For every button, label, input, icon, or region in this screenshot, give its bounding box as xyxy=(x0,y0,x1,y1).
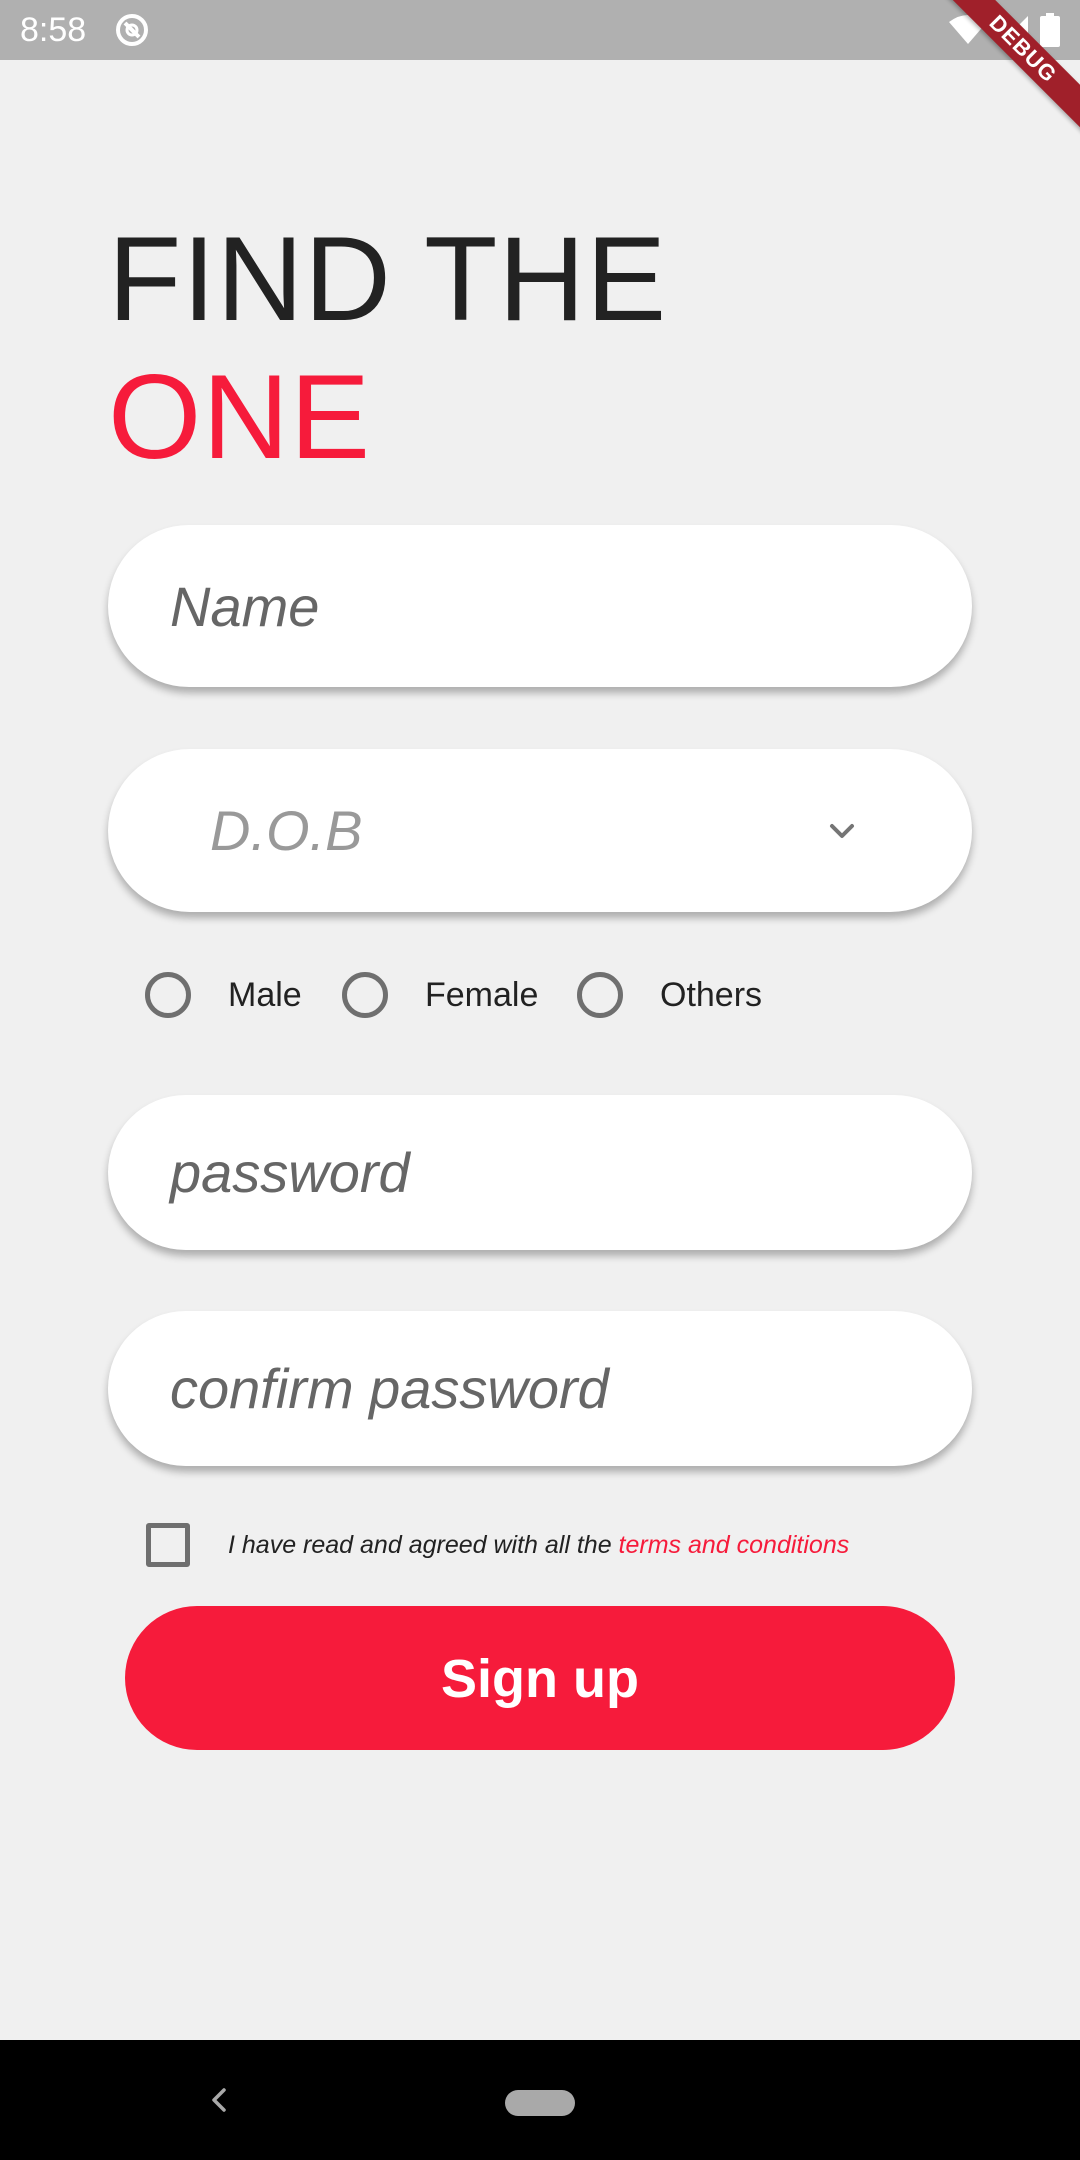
confirm-password-input[interactable]: confirm password xyxy=(108,1311,972,1466)
gender-radio-group: Male Female Others xyxy=(0,965,1080,1025)
chevron-down-icon xyxy=(824,813,860,849)
radio-female[interactable] xyxy=(342,972,388,1018)
name-placeholder: Name xyxy=(170,574,320,638)
radio-label-others: Others xyxy=(660,976,763,1014)
radio-others[interactable] xyxy=(577,972,623,1018)
back-icon[interactable] xyxy=(204,2082,234,2118)
signup-button[interactable]: Sign up xyxy=(125,1606,955,1750)
signup-screen: 8:58 DEBUG FIND THE ONE Name D.O.B Male … xyxy=(0,0,1080,2160)
name-input[interactable]: Name xyxy=(108,525,972,687)
title-line-2: ONE xyxy=(108,350,372,484)
status-icons xyxy=(948,10,1060,50)
status-time: 8:58 xyxy=(20,11,87,49)
cell-signal-icon xyxy=(998,14,1030,46)
radio-label-female: Female xyxy=(425,976,539,1014)
battery-icon xyxy=(1040,13,1060,47)
radio-label-male: Male xyxy=(228,976,302,1014)
wifi-icon xyxy=(948,14,988,46)
dob-placeholder: D.O.B xyxy=(210,799,363,862)
radio-male[interactable] xyxy=(145,972,191,1018)
terms-prefix: I have read and agreed with all the xyxy=(228,1531,619,1559)
terms-link[interactable]: terms and conditions xyxy=(619,1531,850,1559)
status-bar: 8:58 xyxy=(0,0,1080,60)
password-input[interactable]: password xyxy=(108,1095,972,1250)
title-line-1: FIND THE xyxy=(108,212,668,346)
terms-checkbox[interactable] xyxy=(146,1523,190,1567)
password-placeholder: password xyxy=(170,1141,410,1204)
app-notification-icon xyxy=(114,12,150,48)
terms-text: I have read and agreed with all the term… xyxy=(228,1523,849,1567)
dob-dropdown[interactable]: D.O.B xyxy=(108,749,972,912)
home-pill-icon[interactable] xyxy=(505,2090,575,2116)
page-title: FIND THE ONE xyxy=(108,210,667,486)
confirm-password-placeholder: confirm password xyxy=(170,1357,609,1420)
